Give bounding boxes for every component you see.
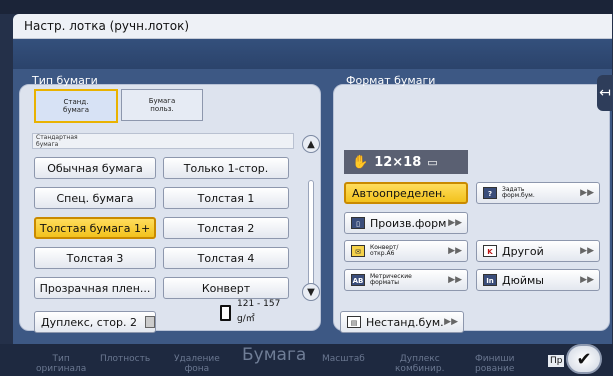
thick-4-button[interactable]: Толстая 4 <box>163 247 289 269</box>
envelope-postcard-button[interactable]: ✉ Конверт/ откр.A6 ▶▶ <box>344 240 468 262</box>
nav-original-type[interactable]: Тип оригинала <box>36 354 86 374</box>
arrow-icon: ▶▶ <box>444 317 458 327</box>
standard-paper-section-label: Стандартная бумага <box>32 133 294 149</box>
custom-size-button[interactable]: ▯ Произв.форм ▶▶ <box>344 212 468 234</box>
tab-user-paper[interactable]: Бумага польз. <box>121 89 203 121</box>
title-bar: Настр. лотка (ручн.лоток) <box>13 14 612 39</box>
metric-icon: AB <box>351 274 365 286</box>
envelope-button[interactable]: Конверт <box>163 277 289 299</box>
custom-size-label: Произв.форм <box>370 216 447 230</box>
duplex-side2-label: Дуплекс, стор. 2 <box>41 315 137 329</box>
nav-background-removal[interactable]: Удаление фона <box>174 354 220 374</box>
paper-size-title: Формат бумаги <box>346 74 436 87</box>
weight-range: 121 - 157 <box>237 299 281 309</box>
metric-formats-button[interactable]: AB Метрические форматы ▶▶ <box>344 269 468 291</box>
plain-paper-button[interactable]: Обычная бумага <box>34 157 156 179</box>
thick-3-button[interactable]: Толстая 3 <box>34 247 156 269</box>
nav-paper[interactable]: Бумага <box>242 347 306 364</box>
scroll-down-icon[interactable]: ▼ <box>302 283 320 301</box>
nonstandard-icon: ▤ <box>347 316 361 328</box>
sub-bar <box>13 39 612 69</box>
paper-weight-info: 121 - 157 g/㎡ <box>220 299 300 329</box>
landscape-icon: ▭ <box>427 155 438 169</box>
background-header <box>0 0 613 14</box>
inch-icon: In <box>483 274 497 286</box>
arrow-icon: ▶▶ <box>448 275 462 285</box>
document-icon <box>220 305 231 321</box>
nav-zoom[interactable]: Масштаб <box>322 354 365 364</box>
scrollbar-track[interactable] <box>308 180 314 288</box>
inches-label: Дюймы <box>502 273 544 287</box>
envelope-icon: ✉ <box>351 245 365 257</box>
arrow-icon: ▶▶ <box>448 218 462 228</box>
tab-user-label: Бумага польз. <box>148 97 176 113</box>
arrow-icon: ▶▶ <box>448 246 462 256</box>
arrow-icon: ▶▶ <box>580 275 594 285</box>
metric-formats-label: Метрические форматы <box>370 273 412 286</box>
tab-standard-paper[interactable]: Станд. бумага <box>34 89 118 123</box>
thick-1-button[interactable]: Толстая 1 <box>163 187 289 209</box>
current-size-display: ✋ 12×18 ▭ <box>344 150 468 174</box>
set-paper-size-button[interactable]: ? Задать форм.бум. ▶▶ <box>476 182 600 204</box>
dialog-title: Настр. лотка (ручн.лоток) <box>24 19 190 33</box>
nav-duplex-combine[interactable]: Дуплекс комбинир. <box>395 354 444 374</box>
nav-finishing[interactable]: Финиши рование <box>475 354 514 374</box>
envelope-postcard-label: Конверт/ откр.A6 <box>370 244 399 257</box>
nonstandard-paper-button[interactable]: ▤ Нестанд.бум. ▶▶ <box>340 311 464 333</box>
set-paper-size-label: Задать форм.бум. <box>502 186 535 199</box>
paper-size-icon: ? <box>483 187 497 199</box>
nav-density[interactable]: Плотность <box>100 354 150 364</box>
special-paper-button[interactable]: Спец. бумага <box>34 187 156 209</box>
scroll-up-icon[interactable]: ▲ <box>302 135 320 153</box>
custom-size-icon: ▯ <box>351 217 365 229</box>
checkbox-icon <box>144 316 155 328</box>
weight-unit: g/㎡ <box>237 314 255 324</box>
paper-type-title: Тип бумаги <box>32 74 98 87</box>
other-size-button[interactable]: K Другой ▶▶ <box>476 240 600 262</box>
paper-tray-dialog: Настр. лотка (ручн.лоток) Тип бумаги Ста… <box>13 14 612 344</box>
side-panel-toggle-icon[interactable]: ↤ <box>597 75 613 111</box>
duplex-side2-button[interactable]: Дуплекс, стор. 2 <box>34 311 156 333</box>
single-side-only-button[interactable]: Только 1-стор. <box>163 157 289 179</box>
transparency-button[interactable]: Прозрачная плен... <box>34 277 156 299</box>
nav-partial-label: Пр <box>548 355 565 367</box>
auto-detect-button[interactable]: Автоопределен. <box>344 182 468 204</box>
hand-icon: ✋ <box>352 154 369 170</box>
paper-size-panel: Формат бумаги ✋ 12×18 ▭ Автоопределен. ?… <box>333 74 610 333</box>
other-size-icon: K <box>483 245 497 257</box>
arrow-icon: ▶▶ <box>580 188 594 198</box>
auto-detect-label: Автоопределен. <box>352 186 446 200</box>
thick-2-button[interactable]: Толстая 2 <box>163 217 289 239</box>
bottom-nav: Тип оригинала Плотность Удаление фона Бу… <box>0 344 613 376</box>
inches-button[interactable]: In Дюймы ▶▶ <box>476 269 600 291</box>
arrow-icon: ▶▶ <box>580 246 594 256</box>
nonstandard-label: Нестанд.бум. <box>366 315 444 329</box>
thick-1-plus-button[interactable]: Толстая бумага 1+ <box>34 217 156 239</box>
other-size-label: Другой <box>502 244 544 258</box>
tab-standard-label: Станд. бумага <box>63 98 89 114</box>
current-size-value: 12×18 <box>374 154 422 170</box>
ok-check-button[interactable]: ✔ <box>566 344 602 374</box>
paper-type-panel: Тип бумаги Станд. бумага Бумага польз. С… <box>19 74 321 333</box>
